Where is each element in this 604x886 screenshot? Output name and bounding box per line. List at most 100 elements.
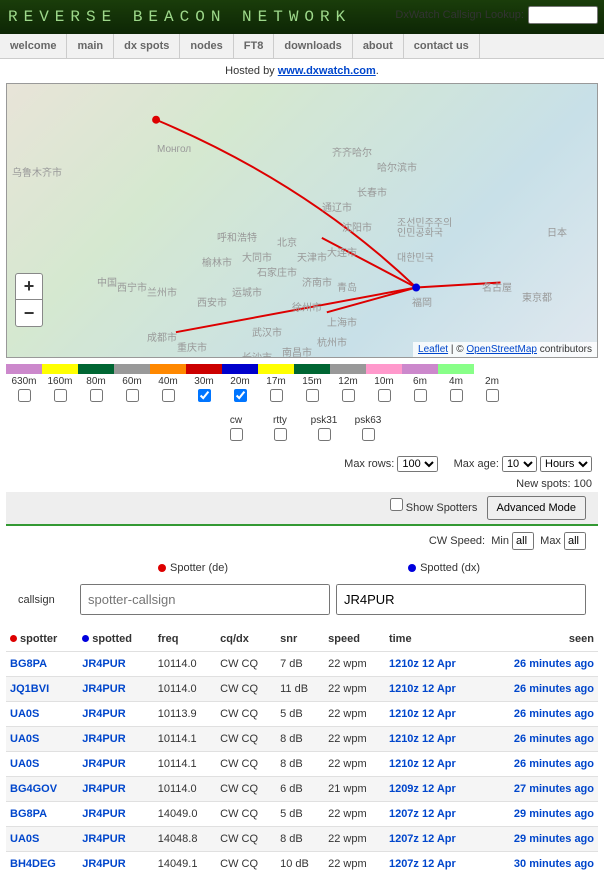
nav-main[interactable]: main <box>67 34 113 58</box>
hosted-by: Hosted by www.dxwatch.com. <box>0 59 604 83</box>
hosted-link[interactable]: www.dxwatch.com <box>278 65 376 77</box>
map-label: 西安市 <box>197 294 227 309</box>
nav-about[interactable]: about <box>353 34 403 58</box>
map-label: 上海市 <box>327 314 357 329</box>
col-seen[interactable]: seen <box>483 627 598 652</box>
band-color-swatch <box>402 364 438 374</box>
band-check-60m[interactable] <box>126 389 139 402</box>
leaflet-link[interactable]: Leaflet <box>418 344 448 355</box>
col-spotter[interactable]: spotter <box>6 627 78 652</box>
spotted-dot-icon <box>408 564 416 572</box>
spotted-link[interactable]: JR4PUR <box>78 752 153 777</box>
spotted-link[interactable]: JR4PUR <box>78 727 153 752</box>
col-cq-dx[interactable]: cq/dx <box>216 627 276 652</box>
col-snr[interactable]: snr <box>276 627 324 652</box>
nav-downloads[interactable]: downloads <box>274 34 351 58</box>
cw-min-input[interactable] <box>512 532 534 550</box>
band-check-630m[interactable] <box>18 389 31 402</box>
mode-check-cw[interactable] <box>230 428 243 441</box>
spotter-link[interactable]: BG4GOV <box>6 777 78 802</box>
spotter-link[interactable]: UA0S <box>6 827 78 852</box>
map-label: 沈阳市 <box>342 219 372 234</box>
spotter-link[interactable]: UA0S <box>6 702 78 727</box>
spotted-link[interactable]: JR4PUR <box>78 677 153 702</box>
zoom-in-button[interactable]: + <box>16 274 42 300</box>
map-label: 齐齐哈尔 <box>332 144 372 159</box>
map-label: 长春市 <box>357 184 387 199</box>
spotted-link[interactable]: JR4PUR <box>78 702 153 727</box>
spotted-callsign-input[interactable] <box>336 584 586 615</box>
col-speed[interactable]: speed <box>324 627 385 652</box>
band-check-160m[interactable] <box>54 389 67 402</box>
table-row: BH4DEGJR4PUR14049.1CW CQ10 dB22 wpm1207z… <box>6 852 598 877</box>
table-row: UA0SJR4PUR14048.8CW CQ8 dB22 wpm1207z 12… <box>6 827 598 852</box>
map-label: 名古屋 <box>482 279 512 294</box>
spotter-link[interactable]: BH4DEG <box>6 852 78 877</box>
spotter-dot-icon <box>10 635 17 642</box>
zoom-out-button[interactable]: − <box>16 300 42 326</box>
spotter-link[interactable]: BG8PA <box>6 652 78 677</box>
lookup-input[interactable] <box>528 6 598 24</box>
band-check-40m[interactable] <box>162 389 175 402</box>
show-spotters-checkbox[interactable] <box>390 498 403 511</box>
band-check-12m[interactable] <box>342 389 355 402</box>
mode-check-psk31[interactable] <box>318 428 331 441</box>
nav-contact-us[interactable]: contact us <box>404 34 479 58</box>
band-check-20m[interactable] <box>234 389 247 402</box>
site-logo: REVERSE BEACON NETWORK <box>8 8 351 26</box>
max-rows-select[interactable]: 100 <box>397 456 438 472</box>
map-label: 武汉市 <box>252 324 282 339</box>
nav-dx-spots[interactable]: dx spots <box>114 34 179 58</box>
advanced-mode-button[interactable]: Advanced Mode <box>487 496 587 520</box>
nav-nodes[interactable]: nodes <box>180 34 232 58</box>
table-row: BG8PAJR4PUR10114.0CW CQ7 dB22 wpm1210z 1… <box>6 652 598 677</box>
band-check-17m[interactable] <box>270 389 283 402</box>
mode-check-rtty[interactable] <box>274 428 287 441</box>
band-check-80m[interactable] <box>90 389 103 402</box>
spotted-link[interactable]: JR4PUR <box>78 652 153 677</box>
spotted-link[interactable]: JR4PUR <box>78 827 153 852</box>
spotter-link[interactable]: JQ1BVI <box>6 677 78 702</box>
nav-FT8[interactable]: FT8 <box>234 34 274 58</box>
nav-welcome[interactable]: welcome <box>0 34 66 58</box>
table-row: UA0SJR4PUR10114.1CW CQ8 dB22 wpm1210z 12… <box>6 727 598 752</box>
spotted-link[interactable]: JR4PUR <box>78 852 153 877</box>
spotter-link[interactable]: BG8PA <box>6 802 78 827</box>
band-color-swatch <box>222 364 258 374</box>
map-label: 通辽市 <box>322 199 352 214</box>
map-attribution: Leaflet | © OpenStreetMap contributors <box>413 342 597 357</box>
band-color-swatch <box>6 364 42 374</box>
spotted-link[interactable]: JR4PUR <box>78 802 153 827</box>
spotted-dot-icon <box>82 635 89 642</box>
map-label: 榆林市 <box>202 254 232 269</box>
spotter-callsign-input[interactable] <box>80 584 330 615</box>
map-label: 兰州市 <box>147 284 177 299</box>
band-check-6m[interactable] <box>414 389 427 402</box>
mode-check-psk63[interactable] <box>362 428 375 441</box>
mode-labels: cwrttypsk31psk63 <box>0 415 604 426</box>
spots-table: spotterspottedfreqcq/dxsnrspeedtimeseen … <box>6 627 598 876</box>
new-spots-count: New spots: 100 <box>0 476 604 492</box>
band-check-10m[interactable] <box>378 389 391 402</box>
band-check-2m[interactable] <box>486 389 499 402</box>
main-nav: welcomemaindx spotsnodesFT8downloadsabou… <box>0 34 604 59</box>
max-age-unit[interactable]: Hours <box>540 456 592 472</box>
spotter-link[interactable]: UA0S <box>6 727 78 752</box>
spotted-link[interactable]: JR4PUR <box>78 777 153 802</box>
col-spotted[interactable]: spotted <box>78 627 153 652</box>
col-time[interactable]: time <box>385 627 483 652</box>
osm-link[interactable]: OpenStreetMap <box>466 344 537 355</box>
col-freq[interactable]: freq <box>154 627 216 652</box>
band-color-swatch <box>330 364 366 374</box>
cw-max-input[interactable] <box>564 532 586 550</box>
max-age-value[interactable]: 10 <box>502 456 537 472</box>
map-label: 南昌市 <box>282 344 312 358</box>
map-label: 西宁市 <box>117 279 147 294</box>
band-check-30m[interactable] <box>198 389 211 402</box>
band-color-swatch <box>150 364 186 374</box>
spotter-link[interactable]: UA0S <box>6 752 78 777</box>
band-check-4m[interactable] <box>450 389 463 402</box>
table-row: UA0SJR4PUR10114.1CW CQ8 dB22 wpm1210z 12… <box>6 752 598 777</box>
band-check-15m[interactable] <box>306 389 319 402</box>
map[interactable]: Монгол中国齐齐哈尔哈尔滨市长春市通辽市沈阳市大连市조선민주주의인민공화국대… <box>6 83 598 358</box>
